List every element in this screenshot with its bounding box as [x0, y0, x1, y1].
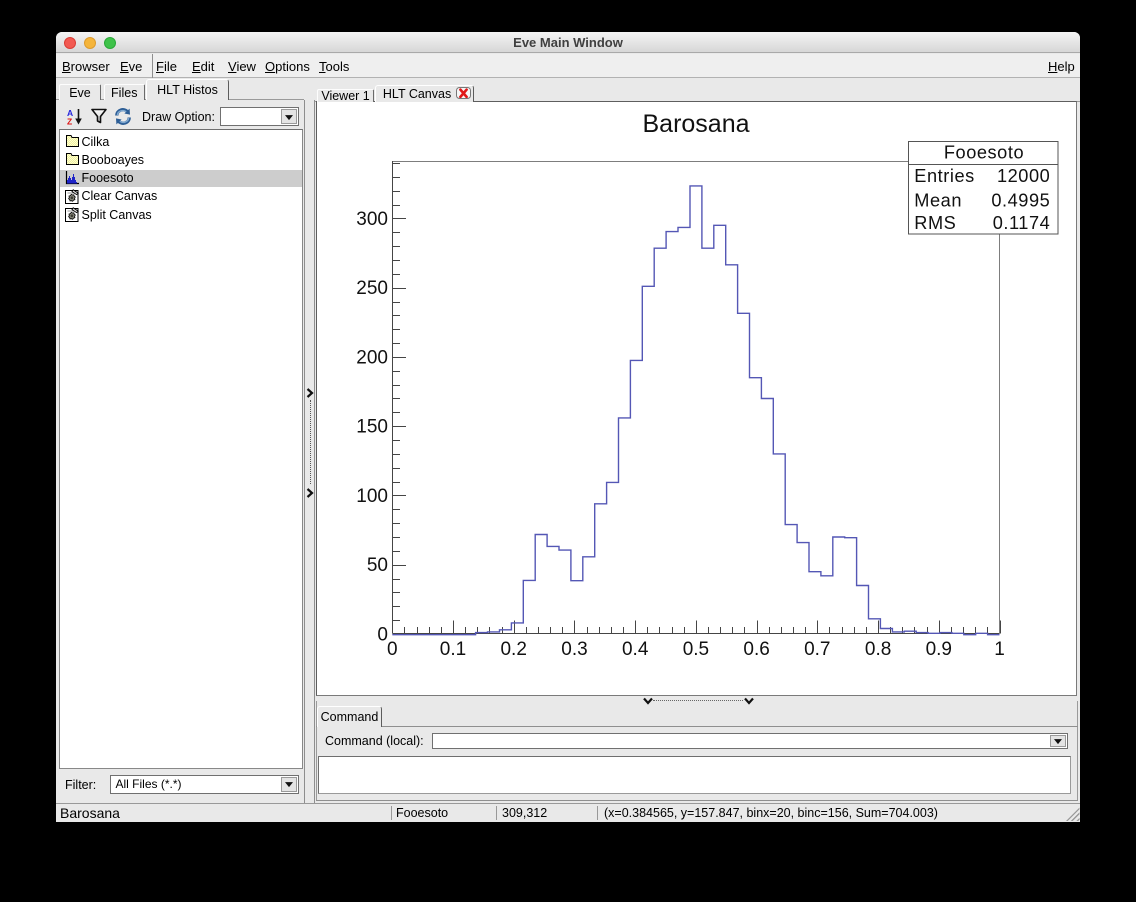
svg-text:0.9: 0.9 [926, 639, 952, 660]
svg-text:Z: Z [67, 116, 72, 125]
svg-text:0.5: 0.5 [683, 639, 709, 660]
svg-text:50: 50 [367, 555, 388, 576]
svg-text:Barosana: Barosana [642, 110, 749, 138]
svg-text:RMS: RMS [914, 213, 956, 233]
svg-text:0.1: 0.1 [440, 639, 466, 660]
svg-text:1: 1 [994, 639, 1005, 660]
svg-text:0.6: 0.6 [743, 639, 769, 660]
svg-text:12000: 12000 [997, 166, 1050, 186]
svg-text:100: 100 [356, 486, 388, 507]
svg-text:0: 0 [387, 639, 398, 660]
svg-text:0.3: 0.3 [561, 639, 587, 660]
svg-text:Entries: Entries [914, 166, 974, 186]
svg-text:200: 200 [356, 347, 388, 368]
svg-text:0: 0 [377, 625, 388, 646]
svg-text:0.4995: 0.4995 [991, 190, 1050, 210]
svg-text:Mean: Mean [914, 190, 962, 210]
svg-text:Fooesoto: Fooesoto [944, 143, 1024, 163]
svg-text:0.8: 0.8 [865, 639, 891, 660]
svg-text:300: 300 [356, 209, 388, 230]
svg-text:0.1174: 0.1174 [993, 213, 1051, 233]
svg-text:0.2: 0.2 [500, 639, 526, 660]
svg-text:0.4: 0.4 [622, 639, 649, 660]
svg-text:0.7: 0.7 [804, 639, 830, 660]
svg-text:150: 150 [356, 417, 388, 438]
svg-text:250: 250 [356, 278, 388, 299]
